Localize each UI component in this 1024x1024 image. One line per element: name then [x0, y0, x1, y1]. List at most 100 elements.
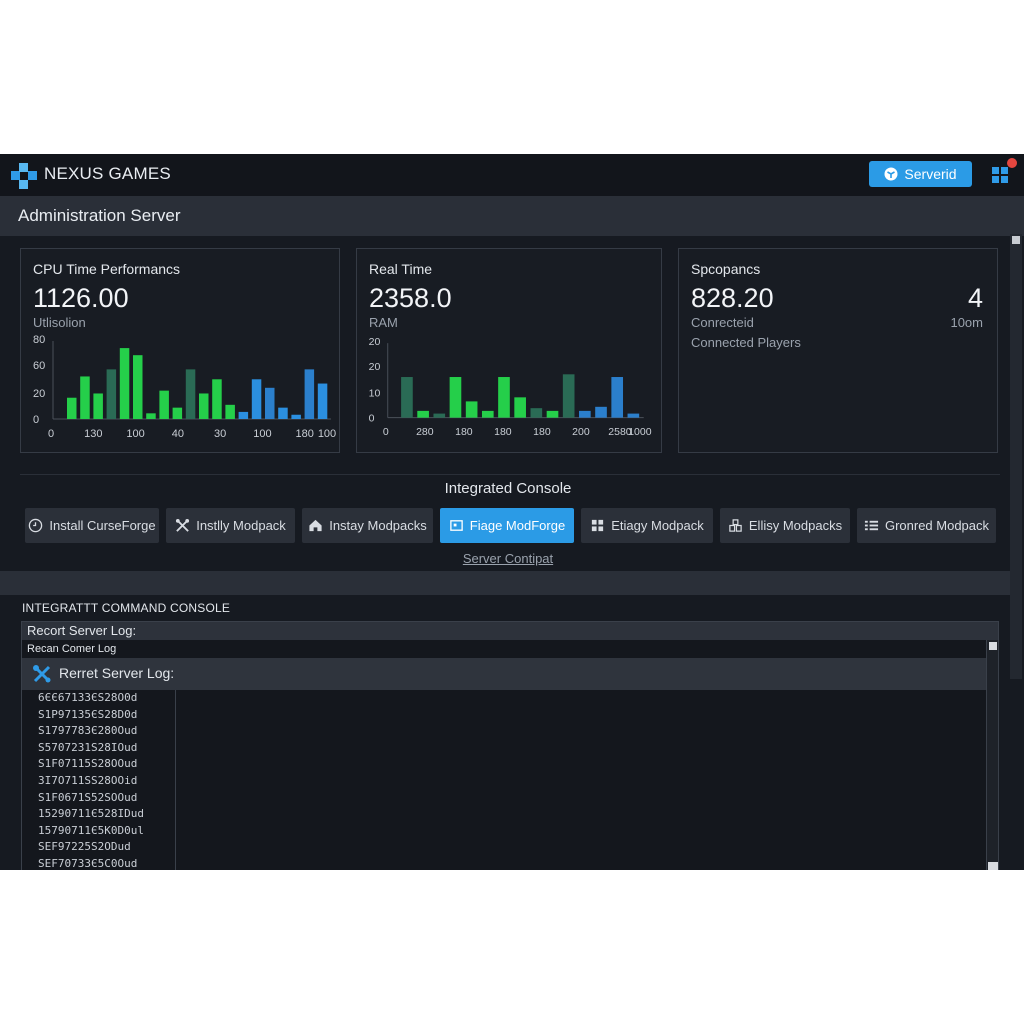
console-heading: Integrated Console	[444, 480, 572, 497]
y-tick-label: 20	[33, 388, 45, 400]
card-title: CPU Time Performancs	[33, 261, 181, 277]
main-scrollbar-thumb[interactable]	[1012, 236, 1020, 244]
player-capacity: 10om	[950, 315, 983, 330]
action-label: Etiagy Modpack	[611, 518, 704, 533]
app-window: NEXUS GAMES Serverid Administration Serv…	[0, 154, 1024, 870]
log-section-title: Rerret Server Log:	[59, 665, 175, 681]
blocks-icon	[729, 519, 742, 532]
x-tick-label: 1000	[628, 426, 652, 438]
card-title: Real Time	[369, 261, 433, 277]
cpu-performance-card: CPU Time Performancs 1126.00 Utlisolion …	[20, 248, 340, 453]
y-tick-label: 20	[369, 336, 381, 348]
log-line: S1P97135ЄS28D0d	[38, 707, 138, 721]
players-card: Spcopancs 828.20 Conrecteid Connected Pl…	[678, 248, 998, 453]
tools-icon	[176, 518, 190, 532]
log-line: S1797783Є280Oud	[38, 724, 138, 738]
server-compat-link[interactable]: Server Contipat	[0, 551, 1016, 566]
chart-bar	[449, 377, 462, 418]
chart-bar	[611, 377, 624, 418]
chart-bar	[80, 376, 90, 419]
chart-bar	[251, 379, 262, 419]
player-count: 4	[967, 283, 983, 313]
frame-icon	[450, 520, 463, 531]
install-curseforge-button[interactable]: Install CurseForge	[25, 508, 159, 543]
card-title: Spcopancs	[691, 261, 761, 277]
log-line: 15290711Є528IDud	[38, 807, 144, 821]
log-line: S1F07115S28OOud	[38, 757, 138, 771]
nexus-logo-icon	[11, 163, 37, 189]
y-tick-label: 0	[369, 412, 375, 424]
top-bar: NEXUS GAMES Serverid	[0, 154, 1024, 196]
chart-bar	[159, 390, 169, 419]
action-label: Instay Modpacks	[329, 518, 427, 533]
main-scrollbar[interactable]	[1010, 234, 1022, 679]
chart-bar	[119, 348, 130, 419]
chart-bar	[627, 413, 640, 418]
log-line: 15790711Є5K0D0ul	[38, 823, 144, 837]
fiage-modforge-button[interactable]: Fiage ModForge	[440, 508, 574, 543]
ellisy-modpacks-button[interactable]: Ellisy Modpacks	[720, 508, 850, 543]
log-title-bar: Recort Server Log:	[22, 622, 998, 640]
chart-bar	[278, 407, 288, 419]
y-tick-label: 10	[369, 388, 381, 400]
x-tick-label: 180	[455, 426, 473, 438]
page-header: Administration Server	[0, 196, 1024, 236]
chart-bar	[465, 401, 478, 418]
gronred-modpack-button[interactable]: Gronred Modpack	[857, 508, 996, 543]
chart-bar	[401, 377, 413, 418]
chart-bar	[212, 379, 222, 419]
home-icon	[309, 519, 322, 532]
log-line: SEF97225S2ODud	[38, 840, 131, 854]
chart-bar	[146, 413, 156, 419]
action-label: Install CurseForge	[49, 518, 156, 533]
action-label: Fiage ModForge	[469, 518, 566, 533]
server-button-label: Serverid	[904, 166, 957, 182]
chart-bar	[93, 393, 103, 419]
x-tick-label: 0	[383, 426, 389, 438]
server-status-icon	[884, 167, 898, 181]
etiagy-modpack-button[interactable]: Etiagy Modpack	[581, 508, 713, 543]
instay-modpacks-button[interactable]: Instay Modpacks	[302, 508, 433, 543]
chart-bar	[579, 410, 591, 418]
x-tick-label: 100	[126, 428, 144, 440]
card-subtitle: Utlisolion	[33, 315, 86, 330]
chart-bar	[317, 383, 328, 419]
chart-bar	[291, 414, 301, 419]
chart-bar	[106, 369, 117, 419]
chart-bar	[265, 387, 275, 419]
card-value: 828.20	[691, 283, 774, 313]
y-tick-label: 60	[33, 360, 45, 372]
x-tick-label: 0	[48, 428, 54, 440]
install-modpack-button[interactable]: Instlly Modpack	[166, 508, 295, 543]
log-line: 6ЄЄ67133ЄS28O0d	[38, 691, 138, 704]
list-icon	[864, 520, 879, 531]
action-label: Gronred Modpack	[884, 518, 990, 533]
cpu-bar-chart: 0 20 60 80 0 130 100 40 30 100 180 100	[33, 334, 336, 440]
chart-bar	[481, 410, 494, 418]
brand-name: NEXUS GAMES	[44, 164, 171, 183]
ram-bar-chart: 01020200 280 180 180 180 200 25801000	[369, 336, 652, 438]
card-subtitle: RAM	[369, 315, 398, 330]
x-tick-label: 30	[214, 428, 226, 440]
x-tick-label: 180	[296, 428, 314, 440]
x-tick-label: 200	[572, 426, 590, 438]
log-scrollbar[interactable]	[986, 640, 998, 870]
action-label: Ellisy Modpacks	[748, 518, 843, 533]
apps-grid-icon[interactable]	[991, 166, 1009, 184]
section-band	[0, 571, 1010, 595]
clock-icon	[29, 518, 43, 533]
notification-badge	[1007, 158, 1017, 168]
x-tick-label: 100	[253, 428, 271, 440]
x-tick-label: 180	[494, 426, 512, 438]
log-scroll-down-button[interactable]	[988, 862, 998, 870]
chart-bar	[514, 397, 526, 418]
chart-bar	[238, 411, 249, 419]
log-line: S5707231S28IOud	[38, 740, 138, 754]
chart-bar	[417, 410, 429, 418]
card-value: 2358.0	[369, 283, 452, 313]
log-scrollbar-thumb[interactable]	[989, 642, 997, 650]
console-actions: Install CurseForge Instlly Modpack Insta…	[25, 508, 1000, 543]
server-button[interactable]: Serverid	[869, 161, 972, 187]
log-title: Recort Server Log:	[27, 623, 137, 638]
log-section-header: Rerret Server Log:	[22, 658, 986, 690]
